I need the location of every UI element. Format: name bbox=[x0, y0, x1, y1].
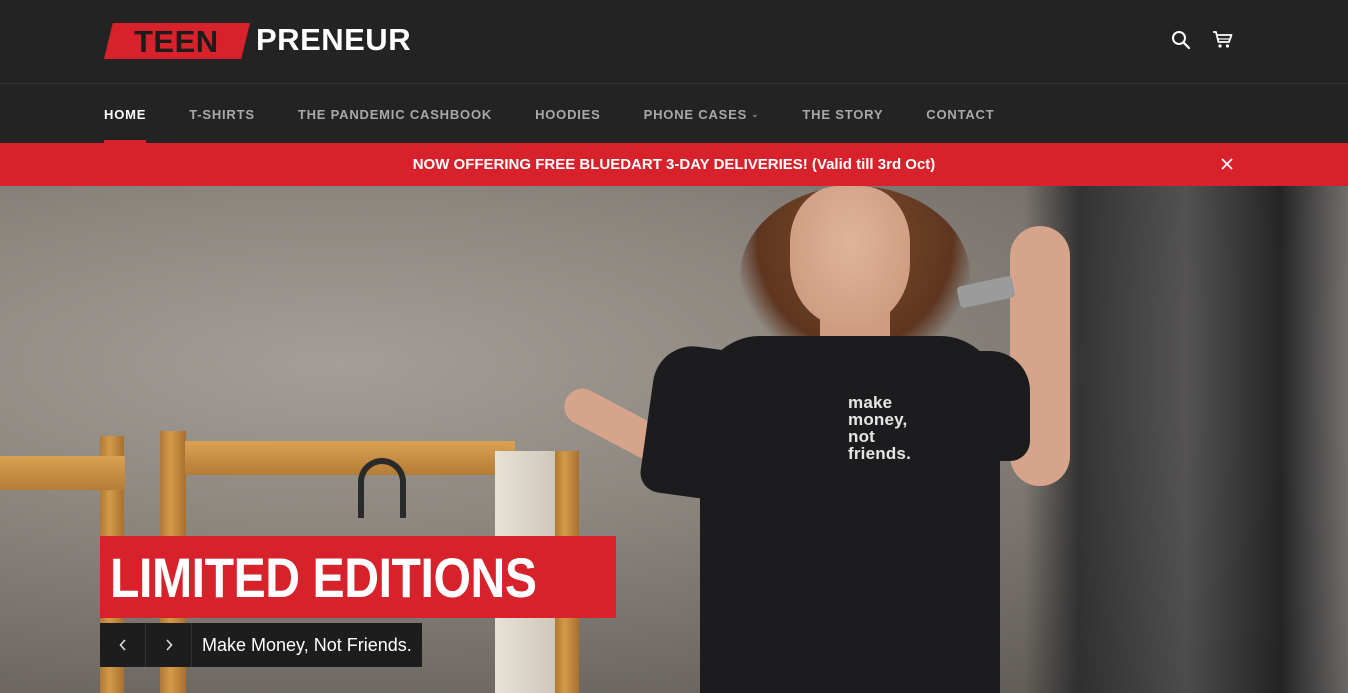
logo-preneur-text: PRENEUR bbox=[256, 22, 412, 57]
main-nav: HOME T-SHIRTS THE PANDEMIC CASHBOOK HOOD… bbox=[0, 85, 1348, 143]
nav-item-phone-cases[interactable]: PHONE CASES ⌄ bbox=[644, 85, 760, 143]
nav-item-label: PHONE CASES bbox=[643, 106, 748, 122]
nav-item-label: T-SHIRTS bbox=[189, 106, 255, 122]
logo-teen-block: TEEN bbox=[104, 21, 252, 59]
rack-bar bbox=[0, 456, 125, 490]
chevron-right-icon[interactable] bbox=[146, 623, 192, 667]
hanger-hook bbox=[358, 458, 406, 518]
search-icon[interactable] bbox=[1170, 29, 1192, 51]
nav-item-home[interactable]: HOME bbox=[104, 85, 147, 143]
chevron-left-icon[interactable] bbox=[100, 623, 146, 667]
nav-item-label: THE PANDEMIC CASHBOOK bbox=[297, 106, 493, 122]
shirt-print-line: make bbox=[848, 393, 893, 412]
nav-item-t-shirts[interactable]: T-SHIRTS bbox=[189, 85, 255, 143]
model-photo: make money, not friends. bbox=[557, 186, 1100, 693]
model-tshirt bbox=[700, 336, 1000, 693]
nav-item-label: HOODIES bbox=[535, 106, 601, 122]
nav-item-pandemic-cashbook[interactable]: THE PANDEMIC CASHBOOK bbox=[298, 85, 492, 143]
header-icons bbox=[1170, 29, 1234, 51]
hero-slideshow: make money, not friends. LIMITED EDITION… bbox=[0, 186, 1348, 693]
cart-icon[interactable] bbox=[1212, 29, 1234, 51]
hero-title: LIMITED EDITIONS bbox=[100, 536, 616, 618]
announcement-text: NOW OFFERING FREE BLUEDART 3-DAY DELIVER… bbox=[412, 156, 936, 173]
nav-item-label: THE STORY bbox=[802, 106, 884, 122]
shirt-print-line: money, bbox=[848, 410, 908, 429]
chevron-down-icon: ⌄ bbox=[751, 108, 760, 119]
site-logo[interactable]: TEEN PRENEUR bbox=[104, 21, 411, 59]
hero-caption[interactable]: Make Money, Not Friends. bbox=[192, 623, 422, 667]
shirt-print-line: not bbox=[848, 427, 876, 446]
logo-teen-text: TEEN bbox=[134, 24, 219, 59]
close-icon[interactable] bbox=[1218, 155, 1236, 173]
nav-item-contact[interactable]: CONTACT bbox=[926, 85, 994, 143]
announcement-bar: NOW OFFERING FREE BLUEDART 3-DAY DELIVER… bbox=[0, 143, 1348, 186]
slider-controls: Make Money, Not Friends. bbox=[100, 623, 422, 667]
nav-item-the-story[interactable]: THE STORY bbox=[802, 85, 883, 143]
hero-title-text: LIMITED EDITIONS bbox=[110, 545, 537, 609]
nav-item-label: CONTACT bbox=[926, 106, 995, 122]
site-header: TEEN PRENEUR bbox=[0, 0, 1348, 84]
nav-item-label: HOME bbox=[104, 106, 147, 122]
shirt-print-text: make money, not friends. bbox=[848, 394, 911, 462]
model-face bbox=[790, 186, 910, 326]
nav-item-hoodies[interactable]: HOODIES bbox=[535, 85, 601, 143]
rack-bar bbox=[185, 441, 515, 475]
shirt-print-line: friends. bbox=[848, 444, 912, 463]
